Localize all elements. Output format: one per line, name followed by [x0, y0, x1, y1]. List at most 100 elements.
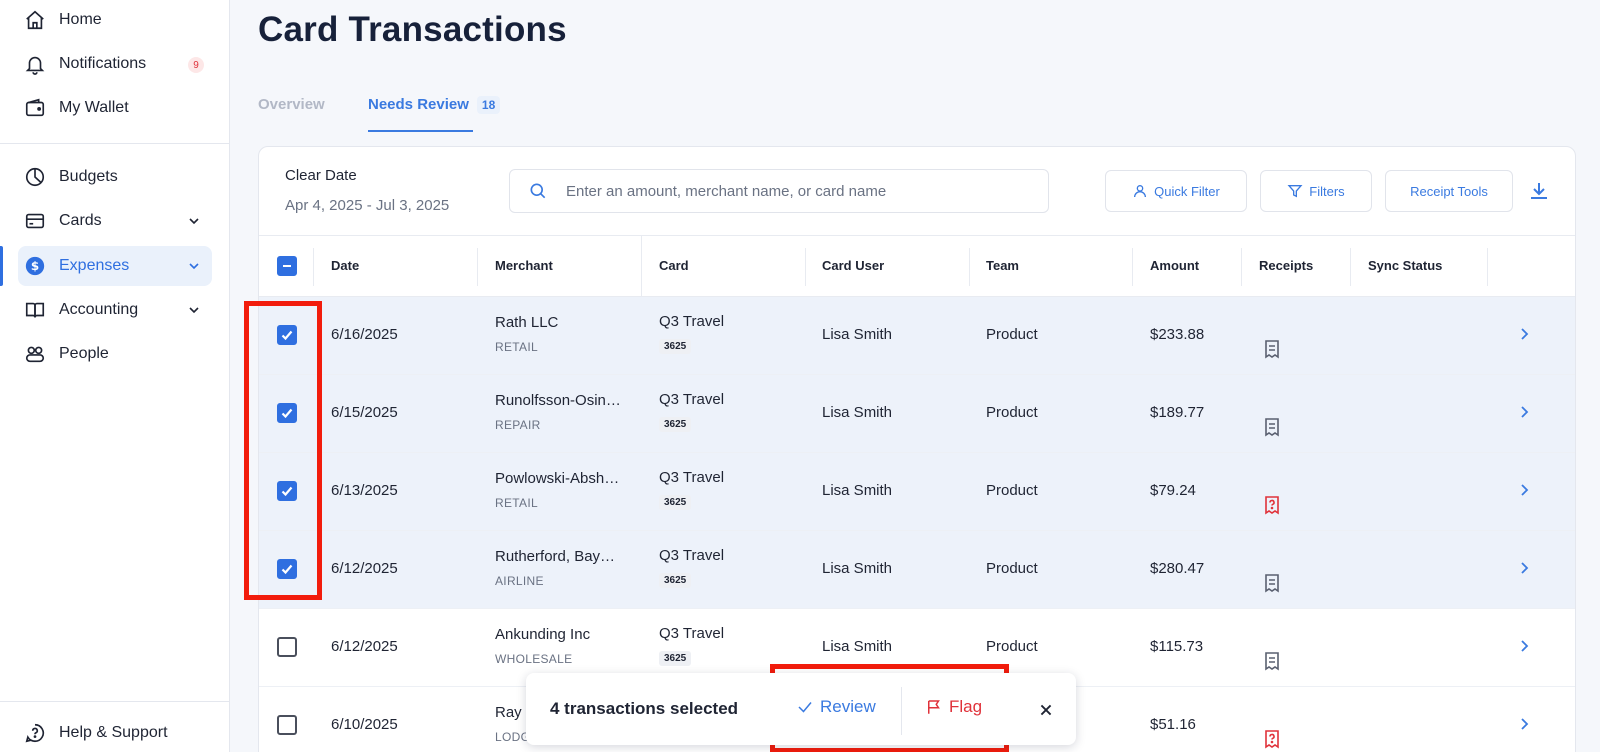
amount-cell: $79.24	[1150, 482, 1196, 499]
column-header-amount[interactable]: Amount	[1150, 258, 1199, 273]
chevron-down-icon	[189, 263, 199, 270]
date-cell: 6/15/2025	[331, 404, 398, 421]
table-row[interactable]: 6/13/2025 Powlowski-Absh… RETAIL Q3 Travel 3…	[259, 453, 1575, 531]
card-name: Q3 Travel	[659, 547, 725, 564]
download-icon[interactable]	[1527, 179, 1551, 203]
receipt-tools-button[interactable]: Receipt Tools	[1385, 170, 1513, 212]
dollar-icon: $	[23, 254, 47, 278]
sidebar-item-label: Cards	[59, 212, 102, 229]
team-cell: Product	[986, 326, 1038, 343]
flag-button[interactable]: Flag	[925, 697, 982, 717]
merchant-category: REPAIR	[495, 418, 541, 432]
chevron-down-icon	[189, 218, 199, 225]
home-icon	[23, 8, 47, 32]
column-header-team[interactable]: Team	[986, 258, 1019, 273]
tab-overview[interactable]: Overview	[258, 96, 325, 113]
date-cell: 6/12/2025	[331, 638, 398, 655]
sidebar-item-budgets[interactable]: Budgets	[18, 157, 212, 197]
quick-filter-button[interactable]: Quick Filter	[1105, 170, 1247, 212]
flag-icon	[928, 700, 940, 714]
sidebar-item-home[interactable]: Home	[18, 0, 212, 40]
chevron-down-icon	[189, 307, 199, 314]
column-header-date[interactable]: Date	[331, 258, 359, 273]
column-header-receipts[interactable]: Receipts	[1259, 258, 1313, 273]
column-divider	[313, 248, 314, 286]
merchant-name: Rath LLC	[495, 314, 559, 331]
column-header-sync-status[interactable]: Sync Status	[1368, 258, 1442, 273]
row-checkbox[interactable]	[277, 715, 297, 735]
chevron-right-icon[interactable]	[1517, 639, 1531, 653]
page-title: Card Transactions	[258, 10, 567, 49]
table-row[interactable]: 6/15/2025 Runolfsson-Osin… REPAIR Q3 Travel…	[259, 375, 1575, 453]
sidebar-item-accounting[interactable]: Accounting	[18, 290, 212, 330]
table-row[interactable]: 6/16/2025 Rath LLC RETAIL Q3 Travel 3625 Lisa…	[259, 297, 1575, 375]
chevron-right-icon[interactable]	[1517, 717, 1531, 731]
receipt-icon[interactable]	[1263, 339, 1281, 359]
sidebar-item-label: Home	[59, 11, 102, 28]
card-user-cell: Lisa Smith	[822, 404, 893, 421]
row-checkbox[interactable]	[277, 637, 297, 657]
user-icon	[1134, 185, 1147, 198]
review-button[interactable]: Review	[796, 697, 876, 717]
column-header-card[interactable]: Card	[659, 258, 689, 273]
review-button-label: Review	[820, 697, 876, 716]
filters-button[interactable]: Filters	[1260, 170, 1372, 212]
sidebar-item-label: My Wallet	[59, 99, 129, 116]
card-last4-tag: 3625	[659, 417, 692, 432]
receipt-missing-icon[interactable]	[1263, 729, 1281, 749]
bell-icon	[23, 52, 47, 76]
table-row[interactable]: 6/12/2025 Rutherford, Bay… AIRLINE Q3 Trave…	[259, 531, 1575, 609]
merchant-category: AIRLINE	[495, 574, 544, 588]
column-header-card-user[interactable]: Card User	[822, 258, 884, 273]
card-user-cell: Lisa Smith	[822, 560, 893, 577]
chevron-right-icon[interactable]	[1517, 405, 1531, 419]
sidebar-item-label: Expenses	[59, 257, 130, 274]
sidebar-item-expenses[interactable]: $ Expenses	[18, 246, 212, 286]
sidebar-item-label: Help & Support	[59, 724, 168, 741]
card-last4-tag: 3625	[659, 495, 692, 510]
receipt-tools-label: Receipt Tools	[1410, 183, 1488, 199]
notification-count-badge: 9	[188, 57, 204, 73]
chevron-right-icon[interactable]	[1517, 483, 1531, 497]
column-divider	[1241, 248, 1242, 286]
chevron-right-icon[interactable]	[1517, 327, 1531, 341]
receipt-icon[interactable]	[1263, 417, 1281, 437]
card-last4-tag: 3625	[659, 651, 692, 666]
tab-needs-review[interactable]: Needs Review 18	[368, 96, 501, 114]
sidebar-item-cards[interactable]: Cards	[18, 201, 212, 241]
active-indicator	[0, 246, 3, 286]
search-input[interactable]	[566, 182, 1036, 200]
column-divider	[1132, 248, 1133, 286]
help-chat-icon	[23, 721, 47, 745]
receipt-icon[interactable]	[1263, 573, 1281, 593]
book-icon	[23, 298, 47, 322]
clear-date-button[interactable]: Clear Date	[285, 167, 357, 184]
sidebar-item-notifications[interactable]: Notifications 9	[18, 44, 212, 84]
selection-count-text: 4 transactions selected	[550, 699, 739, 718]
amount-cell: $233.88	[1150, 326, 1205, 343]
date-range-picker[interactable]: Apr 4, 2025 - Jul 3, 2025	[285, 197, 449, 214]
column-divider	[641, 236, 642, 298]
merchant-category: LODG	[495, 730, 531, 744]
sidebar-item-my-wallet[interactable]: My Wallet	[18, 88, 212, 128]
tab-label: Needs Review	[368, 96, 469, 113]
sidebar-item-help-support[interactable]: Help & Support	[18, 713, 212, 752]
tab-active-underline	[368, 130, 473, 132]
receipt-missing-icon[interactable]	[1263, 495, 1281, 515]
sidebar: Home Notifications 9 My Wallet Budgets C…	[0, 0, 230, 752]
tab-label: Overview	[258, 96, 325, 113]
team-cell: Product	[986, 560, 1038, 577]
column-header-merchant[interactable]: Merchant	[495, 258, 553, 273]
chevron-right-icon[interactable]	[1517, 561, 1531, 575]
sidebar-item-people[interactable]: People	[18, 334, 212, 374]
card-name: Q3 Travel	[659, 313, 725, 330]
merchant-name: Runolfsson-Osin…	[495, 392, 621, 409]
team-cell: Product	[986, 482, 1038, 499]
highlight-box-checkboxes	[244, 301, 322, 600]
sidebar-item-label: Accounting	[59, 301, 139, 318]
wallet-icon	[23, 96, 47, 120]
credit-card-icon	[23, 209, 47, 233]
close-icon[interactable]	[1035, 699, 1057, 721]
receipt-icon[interactable]	[1263, 651, 1281, 671]
select-all-checkbox[interactable]	[277, 256, 297, 276]
